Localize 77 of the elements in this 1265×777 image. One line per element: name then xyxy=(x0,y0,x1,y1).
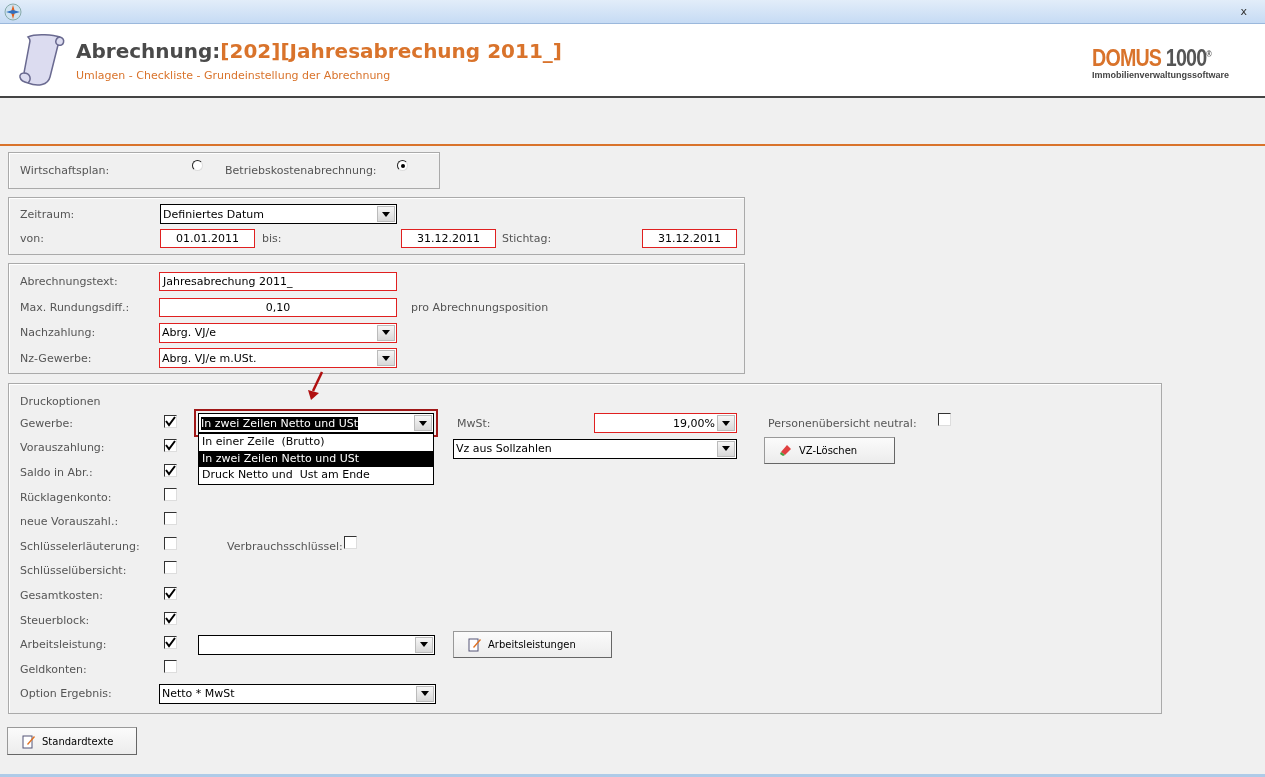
checkbox[interactable] xyxy=(164,464,177,477)
field-label: Nz-Gewerbe: xyxy=(20,351,93,365)
edit-icon xyxy=(468,637,482,653)
page-title: Abrechnung:[202][Jahresabrechung 2011_] xyxy=(76,38,562,63)
dropdown-field[interactable]: 19,00% xyxy=(594,413,737,434)
option-label: Schlüsselübersicht: xyxy=(20,564,128,578)
radio-label: Wirtschaftsplan: xyxy=(20,164,111,177)
option-label: Gesamtkosten: xyxy=(20,588,104,602)
option-label: Geldkonten: xyxy=(20,662,88,676)
checkbox[interactable] xyxy=(164,611,177,625)
logo: DOMUS 1000$^{®}$ Immobilienverwaltungssoftware xyxy=(1091,43,1230,80)
option-label: Saldo in Abr.: xyxy=(20,466,94,479)
radio-button[interactable] xyxy=(397,160,408,171)
option-label: Arbeitsleistung: xyxy=(20,638,108,652)
standard-texts-button[interactable]: Standardtexte xyxy=(7,727,137,755)
option-label: Option Ergebnis: xyxy=(20,687,113,701)
date-field[interactable]: 31.12.2011 xyxy=(401,228,496,248)
option-label: Personenübersicht neutral: xyxy=(768,416,918,430)
caret-icon xyxy=(717,440,735,457)
edit-icon xyxy=(22,733,36,749)
field-label: Max. Rundungsdiff.: xyxy=(20,300,131,314)
text-field[interactable]: 0,10 xyxy=(159,297,397,317)
option-label: Vorauszahlung: xyxy=(20,441,106,455)
dropdown-field[interactable]: Abrg. VJ/e m.USt. xyxy=(159,348,397,369)
radio-button[interactable] xyxy=(192,160,203,171)
dropdown-field[interactable]: Abrg. VJ/e xyxy=(159,322,397,343)
caret-icon xyxy=(717,415,735,432)
eraser-icon xyxy=(779,443,793,458)
dropdown-option[interactable]: Druck Netto und Ust am Ende xyxy=(199,467,433,484)
option-label: Steuerblock: xyxy=(20,613,91,627)
field-label: MwSt: xyxy=(457,416,492,430)
checkbox[interactable] xyxy=(344,535,357,549)
dropdown-option[interactable]: In zwei Zeilen Netto und USt xyxy=(199,450,433,468)
date-field[interactable]: 31.12.2011 xyxy=(642,228,737,248)
caret-icon xyxy=(416,685,434,702)
dropdown-field[interactable] xyxy=(198,634,435,655)
close-button[interactable]: x xyxy=(1240,5,1247,18)
checkbox[interactable] xyxy=(164,561,177,575)
dropdown-option[interactable]: In einer Zeile (Brutto) xyxy=(199,434,433,451)
section-title: Druckoptionen xyxy=(20,394,102,410)
dropdown-field[interactable]: Netto * MwSt xyxy=(159,683,436,704)
checkbox[interactable] xyxy=(164,487,177,501)
field-label: Stichtag: xyxy=(502,231,553,245)
field-label: Zeitraum: xyxy=(20,207,76,221)
field-label: Abrechnungstext: xyxy=(20,275,119,289)
radio-label: Betriebskostenabrechnung: xyxy=(225,164,378,177)
work-button[interactable]: Arbeitsleistungen xyxy=(453,631,612,659)
dropdown-field[interactable]: Definiertes Datum xyxy=(160,204,397,224)
option-label: neue Vorauszahl.: xyxy=(20,515,120,529)
checkbox[interactable] xyxy=(938,412,951,426)
field-label: von: xyxy=(20,231,45,245)
checkbox[interactable] xyxy=(164,636,177,650)
caret-icon xyxy=(415,636,433,653)
checkbox[interactable] xyxy=(164,536,177,550)
page-subtitle: Umlagen - Checkliste - Grundeinstellung der Abrechnung xyxy=(76,68,392,82)
checkbox[interactable] xyxy=(164,586,177,600)
caret-icon xyxy=(414,415,432,432)
checkbox[interactable] xyxy=(164,439,177,453)
delete-button[interactable]: VZ-Löschen xyxy=(764,436,895,464)
option-label: Verbrauchsschlüssel: xyxy=(227,539,344,553)
text-field[interactable]: Jahresabrechung 2011_ xyxy=(159,272,397,292)
checkbox[interactable] xyxy=(164,512,177,526)
caret-icon xyxy=(377,350,395,367)
app-icon xyxy=(4,2,22,21)
caret-icon xyxy=(377,324,395,341)
field-note: pro Abrechnungsposition xyxy=(411,300,549,314)
dropdown-field[interactable]: Vz aus Sollzahlen xyxy=(453,438,737,459)
option-label: Rücklagenkonto: xyxy=(20,490,113,504)
option-label: Schlüsselerläuterung: xyxy=(20,539,141,553)
caret-icon xyxy=(377,206,395,222)
checkbox[interactable] xyxy=(164,659,177,673)
field-label: Nachzahlung: xyxy=(20,326,97,340)
option-label: Gewerbe: xyxy=(20,416,75,430)
date-field[interactable]: 01.01.2011 xyxy=(160,228,255,248)
arrow-drawing xyxy=(306,371,326,401)
field-label: bis: xyxy=(262,231,283,245)
checkbox[interactable] xyxy=(164,414,177,428)
